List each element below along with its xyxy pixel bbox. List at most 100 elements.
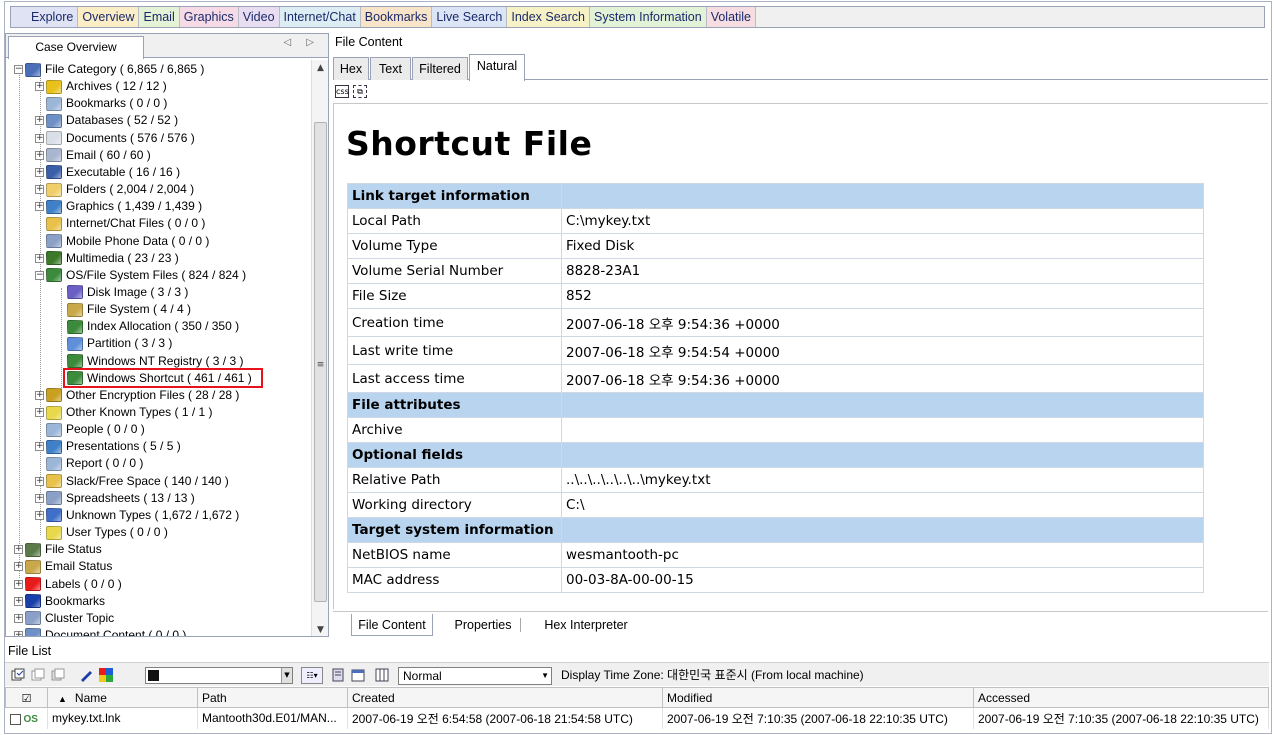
tab-scroll-arrows[interactable]: ◁ ▷ (283, 37, 320, 48)
expand-icon[interactable]: + (35, 476, 44, 486)
tab-hex-interpreter[interactable]: Hex Interpreter (531, 614, 641, 636)
tree-node-index-allocation[interactable]: Index Allocation ( 350 / 350 ) (56, 318, 239, 335)
tree-node-folders[interactable]: + Folders ( 2,004 / 2,004 ) (35, 181, 194, 198)
tree-node-presentations[interactable]: + Presentations ( 5 / 5 ) (35, 438, 181, 455)
collapse-icon[interactable]: − (35, 270, 44, 280)
tree-node-disk-image[interactable]: Disk Image ( 3 / 3 ) (56, 284, 188, 301)
tree-node-email[interactable]: + Email ( 60 / 60 ) (35, 147, 151, 164)
expand-icon[interactable]: + (14, 630, 23, 636)
tree-node-other-encryption-files[interactable]: + Other Encryption Files ( 28 / 28 ) (35, 387, 239, 404)
tree-node-partition[interactable]: Partition ( 3 / 3 ) (56, 335, 172, 352)
uncheck-all-icon[interactable] (31, 668, 45, 682)
tab-index-search[interactable]: Index Search (507, 7, 591, 27)
scroll-down-arrow-icon[interactable]: ▼ (312, 625, 328, 635)
expand-icon[interactable]: + (14, 562, 23, 572)
tab-file-content[interactable]: File Content (351, 614, 433, 636)
tree-node-slack-free-space[interactable]: + Slack/Free Space ( 140 / 140 ) (35, 473, 229, 490)
expand-icon[interactable]: + (35, 133, 44, 143)
css-view-icon[interactable]: css (335, 85, 349, 98)
label-colors-icon[interactable] (99, 668, 113, 682)
tree-node-file-category[interactable]: − File Category ( 6,865 / 6,865 ) (14, 61, 204, 78)
tree-node-cluster-topic[interactable]: + Cluster Topic (14, 610, 114, 627)
column-header-accessed[interactable]: Accessed (973, 687, 1269, 708)
expand-icon[interactable]: + (35, 202, 44, 212)
tab-email[interactable]: Email (139, 7, 180, 27)
expand-icon[interactable]: + (14, 579, 23, 589)
chevron-down-icon[interactable]: ▼ (281, 668, 292, 683)
tree-node-os-file-system-files[interactable]: − OS/File System Files ( 824 / 824 ) (35, 267, 246, 284)
tree-node-executable[interactable]: + Executable ( 16 / 16 ) (35, 164, 180, 181)
expand-icon[interactable]: + (14, 613, 23, 623)
tab-system-information[interactable]: System Information (590, 7, 707, 27)
tree-node-spreadsheets[interactable]: + Spreadsheets ( 13 / 13 ) (35, 490, 195, 507)
column-header-created[interactable]: Created (347, 687, 663, 708)
expand-icon[interactable]: + (35, 82, 44, 92)
tab-volatile[interactable]: Volatile (706, 7, 757, 27)
check-column-header[interactable]: ☑ (5, 687, 48, 708)
expand-icon[interactable]: + (35, 185, 44, 195)
tree-node-user-types[interactable]: User Types ( 0 / 0 ) (35, 524, 168, 541)
calendar-icon[interactable] (351, 668, 365, 682)
tab-live-search[interactable]: Live Search (432, 7, 508, 27)
view-mode-select[interactable]: Normal ▼ (398, 667, 552, 685)
tree-node-windows-nt-registry[interactable]: Windows NT Registry ( 3 / 3 ) (56, 353, 243, 370)
column-header-name[interactable]: ▲ Name (47, 687, 198, 708)
tree-node-document-content[interactable]: + Document Content ( 0 / 0 ) (14, 627, 186, 636)
tab-properties[interactable]: Properties (448, 614, 518, 636)
expand-icon[interactable]: + (35, 167, 44, 177)
tab-explore[interactable]: Explore (11, 7, 79, 27)
print-icon[interactable] (331, 668, 345, 682)
tree-node-documents[interactable]: + Documents ( 576 / 576 ) (35, 130, 195, 147)
check-all-icon[interactable] (11, 668, 25, 682)
tab-text[interactable]: Text (370, 57, 411, 80)
tree-node-other-known-types[interactable]: + Other Known Types ( 1 / 1 ) (35, 404, 213, 421)
tab-video[interactable]: Video (238, 7, 280, 27)
scroll-up-arrow-icon[interactable]: ▲ (312, 63, 328, 73)
tree-node-people[interactable]: People ( 0 / 0 ) (35, 421, 145, 438)
tree-node-multimedia[interactable]: + Multimedia ( 23 / 23 ) (35, 250, 179, 267)
tree-node-unknown-types[interactable]: + Unknown Types ( 1,672 / 1,672 ) (35, 507, 239, 524)
column-header-modified[interactable]: Modified (662, 687, 974, 708)
collapse-icon[interactable]: − (14, 65, 23, 74)
tree-node-file-system[interactable]: File System ( 4 / 4 ) (56, 301, 191, 318)
invert-check-icon[interactable] (51, 668, 65, 682)
column-header-path[interactable]: Path (197, 687, 348, 708)
tree-node-archives[interactable]: + Archives ( 12 / 12 ) (35, 78, 167, 95)
tree-node-file-status[interactable]: + File Status (14, 541, 102, 558)
tab-natural[interactable]: Natural (469, 54, 525, 81)
expand-icon[interactable]: + (35, 390, 44, 400)
tree-node-email-status[interactable]: + Email Status (14, 558, 112, 575)
tab-overview[interactable]: Overview (78, 7, 140, 27)
tree-node-databases[interactable]: + Databases ( 52 / 52 ) (35, 112, 178, 129)
tab-graphics[interactable]: Graphics (179, 7, 239, 27)
tree-node-report[interactable]: Report ( 0 / 0 ) (35, 455, 143, 472)
tree-node-bookmarks[interactable]: + Bookmarks (14, 593, 105, 610)
tab-bookmarks[interactable]: Bookmarks (360, 7, 433, 27)
tree-node-internet-chat-files[interactable]: Internet/Chat Files ( 0 / 0 ) (35, 215, 205, 232)
tree-node-labels[interactable]: + Labels ( 0 / 0 ) (14, 576, 122, 593)
color-dropdown[interactable]: ▼ (145, 667, 293, 684)
expand-icon[interactable]: + (35, 150, 44, 160)
row-checkbox[interactable] (9, 713, 21, 725)
tab-hex[interactable]: Hex (333, 57, 369, 80)
columns-button[interactable]: ☷▾ (301, 667, 323, 684)
expand-icon[interactable]: + (35, 408, 44, 417)
tree-scrollbar[interactable]: ▲ ≡ ▼ (311, 60, 328, 636)
expand-icon[interactable]: + (35, 116, 44, 126)
expand-icon[interactable]: + (35, 493, 44, 503)
chevron-down-icon[interactable]: ▼ (541, 668, 549, 684)
tab-internet-chat[interactable]: Internet/Chat (279, 7, 361, 27)
bookmark-pen-icon[interactable] (79, 668, 93, 682)
expand-icon[interactable]: + (35, 442, 44, 452)
tab-filtered[interactable]: Filtered (412, 57, 468, 80)
tab-case-overview[interactable]: Case Overview (8, 36, 144, 59)
popout-window-icon[interactable]: ⧉ (353, 85, 367, 98)
grid-view-icon[interactable] (375, 668, 389, 682)
tree-node-graphics[interactable]: + Graphics ( 1,439 / 1,439 ) (35, 198, 202, 215)
expand-icon[interactable]: + (35, 510, 44, 520)
expand-icon[interactable]: + (14, 596, 23, 606)
file-list-row[interactable]: OS mykey.txt.lnk Mantooth30d.E01/MAN... 200… (5, 707, 1269, 729)
tree-node-bookmarks[interactable]: Bookmarks ( 0 / 0 ) (35, 95, 167, 112)
expand-icon[interactable]: + (14, 545, 23, 555)
tree-node-mobile-phone-data[interactable]: Mobile Phone Data ( 0 / 0 ) (35, 233, 209, 250)
